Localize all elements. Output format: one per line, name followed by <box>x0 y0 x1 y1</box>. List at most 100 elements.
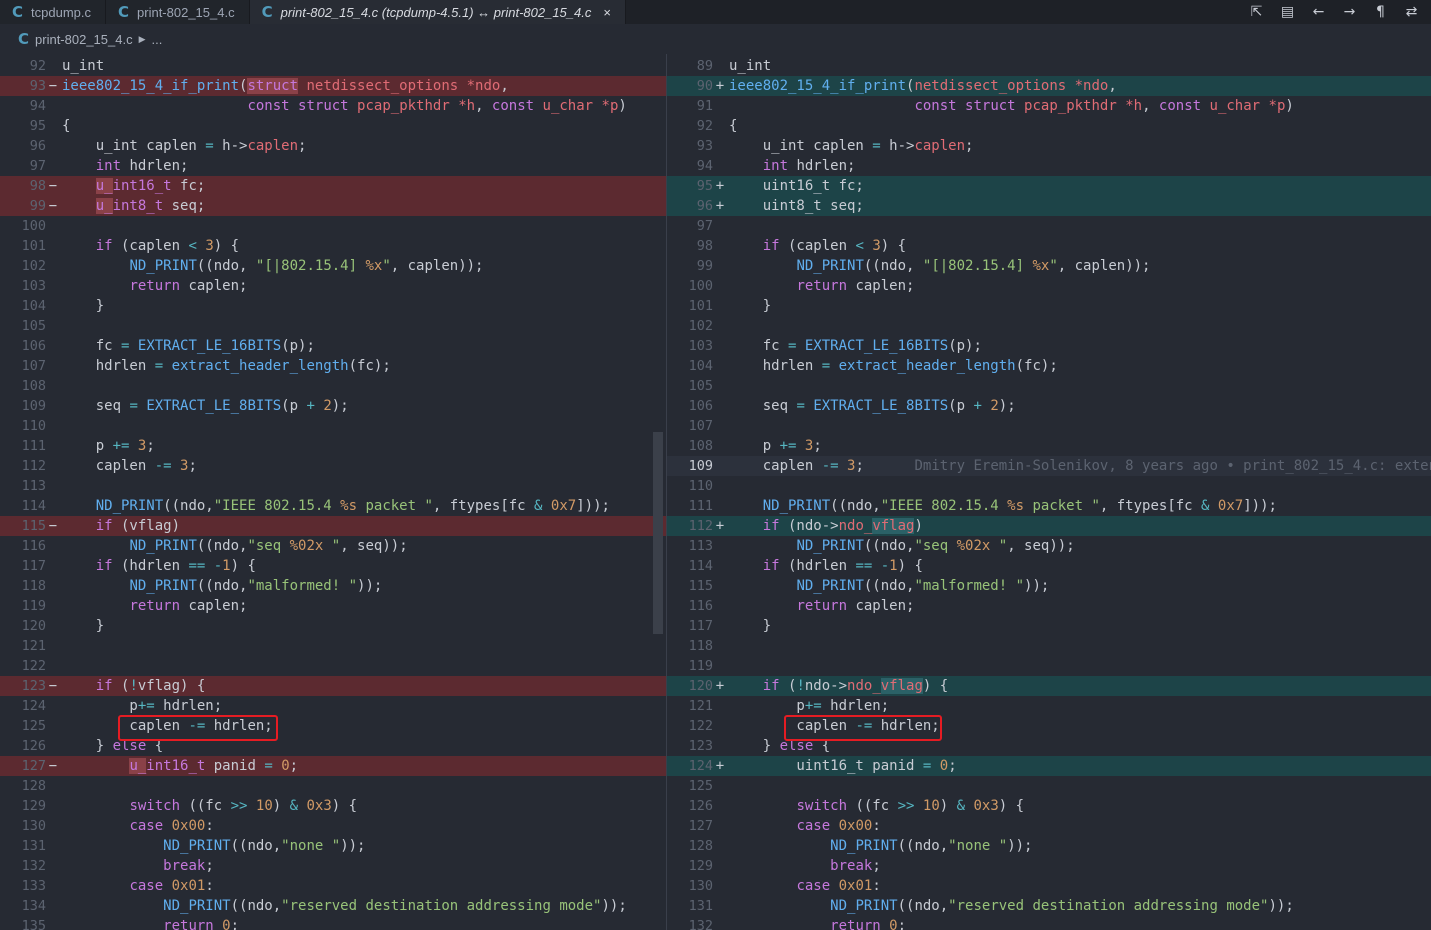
code-line[interactable]: 119 <box>667 656 1431 676</box>
code-line[interactable]: 92 u_int <box>0 56 666 76</box>
code-line[interactable]: 130 case 0x01: <box>667 876 1431 896</box>
deleted-line[interactable]: 98− u_int16_t fc; <box>0 176 666 196</box>
code-line[interactable]: 111 p += 3; <box>0 436 666 456</box>
code-line[interactable]: 122 <box>0 656 666 676</box>
code-line[interactable]: 98 if (caplen < 3) { <box>667 236 1431 256</box>
code-line[interactable]: 104 hdrlen = extract_header_length(fc); <box>667 356 1431 376</box>
code-line[interactable]: 127 case 0x00: <box>667 816 1431 836</box>
code-line[interactable]: 123 } else { <box>667 736 1431 756</box>
code-line[interactable]: 103 fc = EXTRACT_LE_16BITS(p); <box>667 336 1431 356</box>
code-line[interactable]: 110 <box>0 416 666 436</box>
code-line[interactable]: 100 <box>0 216 666 236</box>
open-file-icon[interactable]: ⇱ <box>1241 4 1272 20</box>
code-line[interactable]: 109 caplen -= 3; Dmitry Eremin-Solenikov… <box>667 456 1431 476</box>
code-line[interactable]: 95 { <box>0 116 666 136</box>
added-line[interactable]: 120 + if (!ndo->ndo_vflag) { <box>667 676 1431 696</box>
added-line[interactable]: 124 + uint16_t panid = 0; <box>667 756 1431 776</box>
code-line[interactable]: 107 <box>667 416 1431 436</box>
code-line[interactable]: 110 <box>667 476 1431 496</box>
code-line[interactable]: 132 return 0; <box>667 916 1431 930</box>
code-line[interactable]: 134 ND_PRINT((ndo,"reserved destination … <box>0 896 666 916</box>
added-line[interactable]: 90 + ieee802_15_4_if_print(netdissect_opti… <box>667 76 1431 96</box>
code-line[interactable]: 111 ND_PRINT((ndo,"IEEE 802.15.4 %s pack… <box>667 496 1431 516</box>
code-line[interactable]: 105 <box>667 376 1431 396</box>
code-line[interactable]: 99 ND_PRINT((ndo, "[|802.15.4] %x", capl… <box>667 256 1431 276</box>
code-line[interactable]: 126 } else { <box>0 736 666 756</box>
code-line[interactable]: 112 caplen -= 3; <box>0 456 666 476</box>
code-line[interactable]: 108 <box>0 376 666 396</box>
code-line[interactable]: 129 switch ((fc >> 10) & 0x3) { <box>0 796 666 816</box>
code-line[interactable]: 101 } <box>667 296 1431 316</box>
code-line[interactable]: 118 <box>667 636 1431 656</box>
code-line[interactable]: 121 p+= hdrlen; <box>667 696 1431 716</box>
code-line[interactable]: 133 case 0x01: <box>0 876 666 896</box>
deleted-line[interactable]: 93− ieee802_15_4_if_print(struct netdisse… <box>0 76 666 96</box>
scrollbar-thumb[interactable] <box>653 432 663 634</box>
code-line[interactable]: 92 { <box>667 116 1431 136</box>
code-line[interactable]: 131 ND_PRINT((ndo,"none ")); <box>0 836 666 856</box>
code-line[interactable]: 122 caplen -= hdrlen; <box>667 716 1431 736</box>
close-icon[interactable]: × <box>603 5 611 20</box>
code-line[interactable]: 113 <box>0 476 666 496</box>
code-line[interactable]: 105 <box>0 316 666 336</box>
added-line[interactable]: 95 + uint16_t fc; <box>667 176 1431 196</box>
code-line[interactable]: 124 p+= hdrlen; <box>0 696 666 716</box>
swap-icon[interactable]: ⇄ <box>1396 4 1427 20</box>
code-line[interactable]: 118 ND_PRINT((ndo,"malformed! ")); <box>0 576 666 596</box>
added-line[interactable]: 112 + if (ndo->ndo_vflag) <box>667 516 1431 536</box>
code-line[interactable]: 108 p += 3; <box>667 436 1431 456</box>
tab-print-802-15-4-c[interactable]: C print-802_15_4.c <box>106 0 250 24</box>
tab-diff-print-802-15-4-c[interactable]: C print-802_15_4.c (tcpdump-4.5.1) ↔ pri… <box>249 0 626 24</box>
code-line[interactable]: 102 ND_PRINT((ndo, "[|802.15.4] %x", cap… <box>0 256 666 276</box>
code-line[interactable]: 94 int hdrlen; <box>667 156 1431 176</box>
code-line[interactable]: 129 break; <box>667 856 1431 876</box>
code-line[interactable]: 89 u_int <box>667 56 1431 76</box>
arrow-right-icon[interactable]: → <box>1334 4 1365 20</box>
code-line[interactable]: 114 if (hdrlen == -1) { <box>667 556 1431 576</box>
tab-tcpdump-c[interactable]: C tcpdump.c <box>0 0 106 24</box>
code-line[interactable]: 130 case 0x00: <box>0 816 666 836</box>
diff-left-pane[interactable]: 92 u_int 93− ieee802_15_4_if_print(struct n… <box>0 54 666 930</box>
code-line[interactable]: 128 <box>0 776 666 796</box>
code-line[interactable]: 121 <box>0 636 666 656</box>
code-line[interactable]: 91 const struct pcap_pkthdr *h, const u_… <box>667 96 1431 116</box>
code-line[interactable]: 116 return caplen; <box>667 596 1431 616</box>
code-line[interactable]: 117 } <box>667 616 1431 636</box>
code-line[interactable]: 113 ND_PRINT((ndo,"seq %02x ", seq)); <box>667 536 1431 556</box>
arrow-left-icon[interactable]: ← <box>1303 4 1334 20</box>
code-line[interactable]: 97 <box>667 216 1431 236</box>
code-line[interactable]: 109 seq = EXTRACT_LE_8BITS(p + 2); <box>0 396 666 416</box>
deleted-line[interactable]: 127− u_int16_t panid = 0; <box>0 756 666 776</box>
code-line[interactable]: 125 caplen -= hdrlen; <box>0 716 666 736</box>
code-line[interactable]: 117 if (hdrlen == -1) { <box>0 556 666 576</box>
code-line[interactable]: 116 ND_PRINT((ndo,"seq %02x ", seq)); <box>0 536 666 556</box>
code-line[interactable]: 126 switch ((fc >> 10) & 0x3) { <box>667 796 1431 816</box>
code-line[interactable]: 128 ND_PRINT((ndo,"none ")); <box>667 836 1431 856</box>
diff-right-pane[interactable]: 89 u_int 90 + ieee802_15_4_if_print(netdisse… <box>666 54 1431 930</box>
code-line[interactable]: 104 } <box>0 296 666 316</box>
code-line[interactable]: 103 return caplen; <box>0 276 666 296</box>
deleted-line[interactable]: 115− if (vflag) <box>0 516 666 536</box>
breadcrumb-more[interactable]: ... <box>152 32 163 47</box>
code-line[interactable]: 102 <box>667 316 1431 336</box>
deleted-line[interactable]: 99− u_int8_t seq; <box>0 196 666 216</box>
code-line[interactable]: 131 ND_PRINT((ndo,"reserved destination … <box>667 896 1431 916</box>
code-line[interactable]: 135 return 0; <box>0 916 666 930</box>
code-line[interactable]: 93 u_int caplen = h->caplen; <box>667 136 1431 156</box>
breadcrumb-file[interactable]: print-802_15_4.c <box>35 32 133 47</box>
deleted-line[interactable]: 123− if (!vflag) { <box>0 676 666 696</box>
code-line[interactable]: 107 hdrlen = extract_header_length(fc); <box>0 356 666 376</box>
code-line[interactable]: 120 } <box>0 616 666 636</box>
code-line[interactable]: 132 break; <box>0 856 666 876</box>
code-line[interactable]: 97 int hdrlen; <box>0 156 666 176</box>
code-line[interactable]: 100 return caplen; <box>667 276 1431 296</box>
code-line[interactable]: 119 return caplen; <box>0 596 666 616</box>
added-line[interactable]: 96 + uint8_t seq; <box>667 196 1431 216</box>
code-line[interactable]: 94 const struct pcap_pkthdr *h, const u_… <box>0 96 666 116</box>
code-line[interactable]: 96 u_int caplen = h->caplen; <box>0 136 666 156</box>
code-line[interactable]: 106 fc = EXTRACT_LE_16BITS(p); <box>0 336 666 356</box>
code-line[interactable]: 125 <box>667 776 1431 796</box>
code-line[interactable]: 101 if (caplen < 3) { <box>0 236 666 256</box>
open-changes-icon[interactable]: ▤ <box>1272 4 1303 20</box>
code-line[interactable]: 106 seq = EXTRACT_LE_8BITS(p + 2); <box>667 396 1431 416</box>
